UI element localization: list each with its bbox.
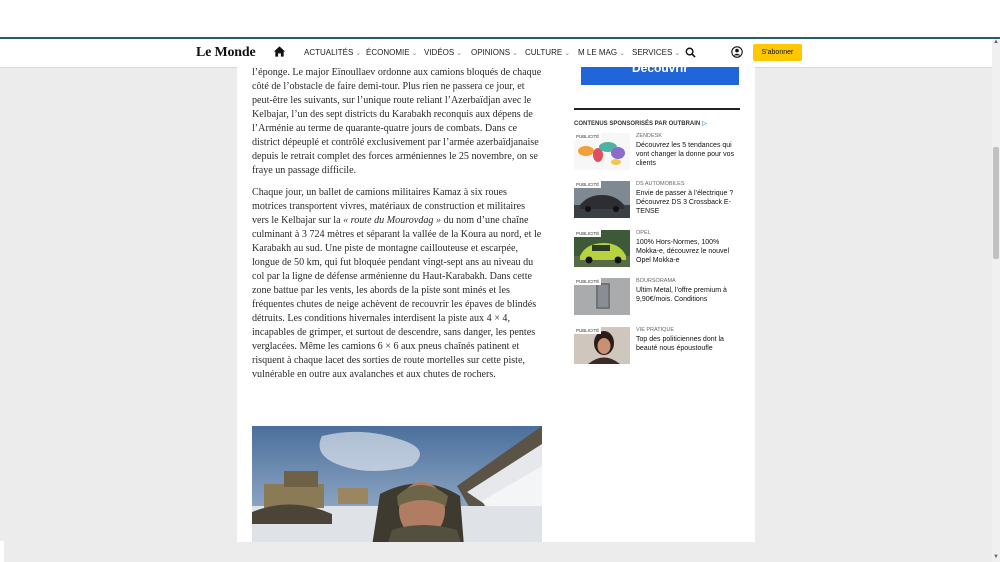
nav-item-label: ACTUALITÉS	[304, 48, 354, 57]
nav-item-services[interactable]: SERVICES ⌄	[632, 48, 680, 57]
sponsored-item[interactable]: PUBLICITÉ OPEL 100% Hors-Normes, 100% Mo…	[574, 230, 740, 270]
search-icon[interactable]	[685, 47, 696, 58]
nav-item-label: CULTURE	[525, 48, 563, 57]
sponsored-thumbnail[interactable]: PUBLICITÉ	[574, 327, 630, 364]
sponsored-item[interactable]: PUBLICITÉ DS AUTOMOBILES Envie de passer…	[574, 181, 740, 221]
sponsored-thumbnail[interactable]: PUBLICITÉ	[574, 133, 630, 170]
sponsored-title[interactable]: 100% Hors-Normes, 100% Mokka-e, découvre…	[636, 238, 742, 265]
sponsored-item[interactable]: PUBLICITÉ VIE PRATIQUE Top des politicie…	[574, 327, 740, 367]
nav-item-label: OPINIONS	[471, 48, 511, 57]
window-edge	[0, 541, 4, 562]
home-icon[interactable]	[273, 45, 286, 58]
sponsored-source: OPEL	[636, 230, 651, 236]
sponsored-title[interactable]: Découvrez les 5 tendances qui vont chang…	[636, 141, 742, 168]
photo-soldier-and-bulldozer	[252, 426, 542, 542]
page-content: l’éponge. Le major Eïnoullaev ordonne au…	[237, 67, 755, 542]
ad-badge: PUBLICITÉ	[574, 230, 602, 237]
sponsored-thumbnail[interactable]: PUBLICITÉ	[574, 181, 630, 218]
nav-item-label: M LE MAG	[578, 48, 618, 57]
page-scrollbar[interactable]: ▲ ▼	[992, 39, 1000, 562]
sponsored-source: VIE PRATIQUE	[636, 327, 675, 333]
chevron-down-icon: ⌄	[512, 50, 518, 57]
subscribe-button[interactable]: S'abonner	[753, 44, 802, 61]
scroll-up-icon[interactable]: ▲	[992, 39, 1000, 47]
account-icon[interactable]	[731, 46, 743, 58]
article-paragraph: Chaque jour, un ballet de camions milita…	[252, 186, 542, 382]
article-paragraph: l’éponge. Le major Eïnoullaev ordonne au…	[252, 67, 542, 176]
nav-item-label: ÉCONOMIE	[366, 48, 410, 57]
chevron-down-icon: ⌄	[411, 50, 418, 57]
sponsored-thumbnail[interactable]: PUBLICITÉ	[574, 230, 630, 267]
site-header: Le Monde ACTUALITÉS ⌄ ÉCONOMIE ⌄ VIDÉOS ⌄ OPIN…	[0, 39, 992, 68]
sponsored-thumbnail[interactable]: PUBLICITÉ	[574, 278, 630, 315]
nav-item-opinions[interactable]: OPINIONS ⌄	[471, 48, 518, 57]
sponsored-item[interactable]: PUBLICITÉ ZENDESK Découvrez les 5 tendan…	[574, 133, 740, 173]
chevron-down-icon: ⌄	[619, 50, 625, 57]
scroll-down-icon[interactable]: ▼	[992, 554, 1000, 562]
sponsored-source: BOURSORAMA	[636, 278, 676, 284]
sponsored-title[interactable]: Envie de passer à l’électrique ? Découvr…	[636, 189, 742, 216]
chevron-down-icon: ⌄	[456, 50, 463, 57]
nav-item-label: SERVICES	[632, 48, 673, 57]
article-italic-text: « route du Mourovdag »	[343, 215, 442, 226]
nav-item-m-le-mag[interactable]: M LE MAG ⌄	[578, 48, 625, 57]
ad-discover-button[interactable]: Découvrir	[581, 67, 739, 85]
nav-item-actualit-s[interactable]: ACTUALITÉS ⌄	[304, 48, 361, 57]
article-photo	[252, 426, 542, 542]
nav-item--conomie[interactable]: ÉCONOMIE ⌄	[366, 48, 417, 57]
sidebar-divider	[574, 108, 740, 110]
article-body: l’éponge. Le major Eïnoullaev ordonne au…	[252, 67, 542, 382]
sponsored-content-header: CONTENUS SPONSORISÉS PAR OUTBRAIN ▷	[574, 120, 707, 127]
sponsored-source: ZENDESK	[636, 133, 662, 139]
article-text: du nom d’une chaîne culminant à 3 724 mè…	[252, 215, 542, 380]
sponsored-item[interactable]: PUBLICITÉ BOURSORAMA Ultim Metal, l’offr…	[574, 278, 740, 318]
sponsored-source: DS AUTOMOBILES	[636, 181, 685, 187]
site-logo[interactable]: Le Monde	[196, 45, 256, 61]
browser-top-area	[0, 0, 1000, 39]
sponsored-title[interactable]: Top des politiciennes dont la beauté nou…	[636, 335, 742, 353]
scrollbar-thumb[interactable]	[993, 147, 999, 259]
nav-item-vid-os[interactable]: VIDÉOS ⌄	[424, 48, 462, 57]
chevron-down-icon: ⌄	[355, 50, 362, 57]
ad-badge: PUBLICITÉ	[574, 133, 602, 140]
outbrain-logo-icon[interactable]: ▷	[702, 121, 707, 127]
sponsored-label: CONTENUS SPONSORISÉS PAR OUTBRAIN	[574, 121, 701, 127]
ad-badge: PUBLICITÉ	[574, 278, 602, 285]
chevron-down-icon: ⌄	[564, 50, 571, 57]
chevron-down-icon: ⌄	[674, 50, 681, 57]
sponsored-title[interactable]: Ultim Metal, l’offre premium à 9,90€/moi…	[636, 286, 742, 304]
ad-badge: PUBLICITÉ	[574, 327, 602, 334]
ad-badge: PUBLICITÉ	[574, 181, 602, 188]
nav-item-culture[interactable]: CULTURE ⌄	[525, 48, 570, 57]
nav-item-label: VIDÉOS	[424, 48, 455, 57]
